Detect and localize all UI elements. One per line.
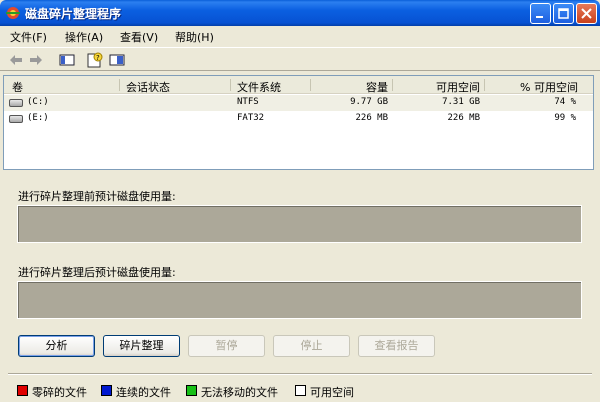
defrag-app-icon (5, 5, 21, 21)
capacity: 9.77 GB (350, 97, 388, 107)
legend-swatch (17, 385, 28, 396)
properties-icon[interactable] (108, 51, 126, 69)
volume-list[interactable]: 卷 会话状态 文件系统 容量 可用空间 % 可用空间 (C:) NTFS 9.7… (3, 75, 594, 170)
before-defrag-label: 进行碎片整理前预计磁盘使用量: (18, 190, 176, 203)
menu-file[interactable]: 文件(F) (10, 29, 47, 45)
close-button[interactable] (576, 3, 597, 24)
column-divider[interactable] (484, 79, 485, 91)
svg-text:?: ? (96, 54, 100, 62)
volume-name: (C:) (27, 97, 49, 107)
legend-label: 可用空间 (310, 386, 354, 399)
column-divider[interactable] (119, 79, 120, 91)
menu-bar: 文件(F) 操作(A) 查看(V) 帮助(H) (0, 26, 600, 46)
column-divider[interactable] (230, 79, 231, 91)
hard-drive-icon (9, 99, 23, 107)
legend-label: 无法移动的文件 (201, 386, 278, 399)
minimize-button[interactable] (530, 3, 551, 24)
menu-help[interactable]: 帮助(H) (175, 29, 214, 45)
divider (8, 373, 592, 375)
free-space: 7.31 GB (442, 97, 480, 107)
column-divider[interactable] (310, 79, 311, 91)
menu-view[interactable]: 查看(V) (120, 29, 158, 45)
view-report-button[interactable]: 查看报告 (358, 335, 435, 357)
column-divider[interactable] (392, 79, 393, 91)
volume-list-header: 卷 会话状态 文件系统 容量 可用空间 % 可用空间 (4, 76, 593, 94)
analyze-button[interactable]: 分析 (18, 335, 95, 357)
toolbar: ? (0, 47, 600, 71)
column-header-free-space[interactable]: 可用空间 (396, 79, 480, 95)
volume-row[interactable]: (E:) FAT32 226 MB 226 MB 99 % (4, 111, 593, 127)
legend-swatch (186, 385, 197, 396)
console-tree-icon[interactable] (58, 51, 76, 69)
stop-button[interactable]: 停止 (273, 335, 350, 357)
window-title: 磁盘碎片整理程序 (25, 7, 122, 21)
defragment-button[interactable]: 碎片整理 (103, 335, 180, 357)
hard-drive-icon (9, 115, 23, 123)
back-arrow-icon[interactable] (7, 51, 25, 69)
column-header-percent-free[interactable]: % 可用空间 (488, 79, 578, 95)
legend-label: 连续的文件 (116, 386, 171, 399)
before-defrag-usage-display (17, 205, 582, 243)
title-bar: 磁盘碎片整理程序 (0, 0, 600, 26)
percent-free: 99 % (554, 113, 576, 123)
column-header-volume[interactable]: 卷 (12, 79, 23, 95)
volume-row[interactable]: (C:) NTFS 9.77 GB 7.31 GB 74 % (4, 95, 593, 111)
column-header-filesystem[interactable]: 文件系统 (237, 79, 281, 95)
legend-swatch (101, 385, 112, 396)
volume-name: (E:) (27, 113, 49, 123)
column-header-status[interactable]: 会话状态 (126, 79, 170, 95)
after-defrag-label: 进行碎片整理后预计磁盘使用量: (18, 266, 176, 279)
capacity: 226 MB (355, 113, 388, 123)
maximize-button[interactable] (553, 3, 574, 24)
after-defrag-usage-display (17, 281, 582, 319)
percent-free: 74 % (554, 97, 576, 107)
file-system: FAT32 (237, 113, 265, 123)
legend-label: 零碎的文件 (32, 386, 87, 399)
pause-button[interactable]: 暂停 (188, 335, 265, 357)
help-icon[interactable]: ? (86, 51, 104, 69)
column-header-capacity[interactable]: 容量 (314, 79, 388, 95)
menu-action[interactable]: 操作(A) (65, 29, 103, 45)
forward-arrow-icon[interactable] (27, 51, 45, 69)
legend-swatch (295, 385, 306, 396)
file-system: NTFS (237, 97, 259, 107)
free-space: 226 MB (447, 113, 480, 123)
